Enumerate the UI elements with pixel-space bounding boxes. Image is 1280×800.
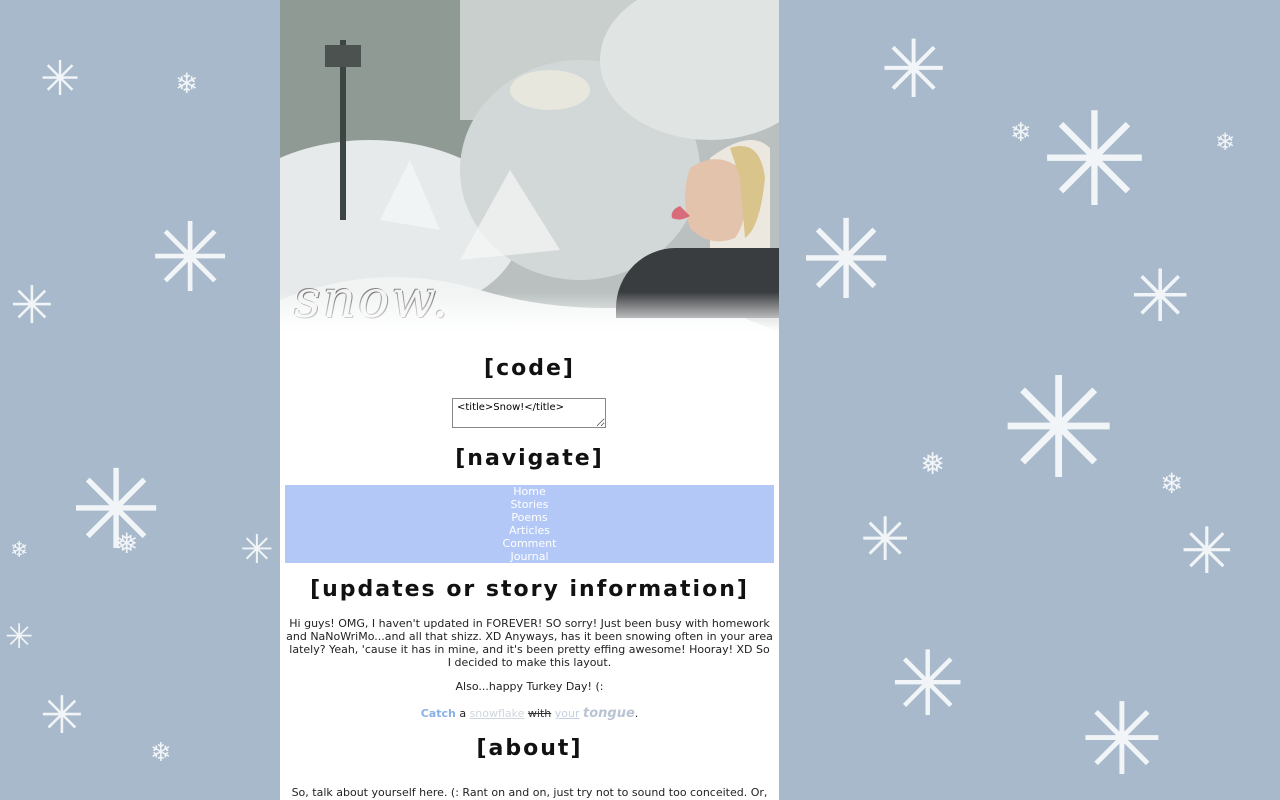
snowflake-icon: ❄ [175, 67, 199, 100]
code-heading: [code] [484, 356, 575, 381]
snowflake-icon: ❅ [920, 447, 946, 482]
nav-link-stories[interactable]: Stories [285, 498, 774, 511]
snowflake-icon: ✳ [150, 202, 231, 314]
about-heading: [about] [476, 736, 583, 761]
turkey-day-line: Also...happy Turkey Day! (: [455, 680, 604, 693]
nav-link-poems[interactable]: Poems [285, 511, 774, 524]
snowflake-icon: ✳ [890, 632, 966, 737]
code-textarea[interactable]: <title>Snow!</title> [452, 398, 606, 428]
nav-link-comment[interactable]: Comment [285, 537, 774, 550]
snowflake-icon: ✳ [860, 505, 911, 575]
snowflake-icon: ✳ [1180, 515, 1234, 589]
tongue-word: tongue [583, 706, 635, 721]
snowflake-icon: ❅ [115, 527, 139, 560]
snowflake-icon: ❄ [150, 738, 172, 768]
header-banner: snow. [280, 0, 779, 332]
snowflake-icon: ✳ [5, 617, 34, 657]
snowflake-icon: ❄ [10, 538, 29, 563]
navigate-heading: [navigate] [455, 446, 604, 471]
period: . [634, 707, 639, 720]
snowflake-icon: ✳ [800, 196, 893, 324]
update-paragraph: Hi guys! OMG, I haven't updated in FOREV… [286, 617, 773, 669]
snowflake-icon: ✳ [1040, 84, 1149, 236]
nav-link-articles[interactable]: Articles [285, 524, 774, 537]
snowflake-icon: ✳ [40, 686, 84, 746]
catch-word: Catch [420, 707, 456, 720]
with-word: with [527, 707, 552, 720]
updates-heading: [updates or story information] [310, 577, 749, 602]
snowflake-icon: ✳ [40, 51, 81, 107]
header-fade [280, 292, 779, 332]
snowflake-icon: ✳ [70, 446, 163, 574]
nav-link-journal[interactable]: Journal [285, 550, 774, 563]
snowflake-icon: ❄ [1215, 128, 1236, 156]
about-paragraph: So, talk about yourself here. (: Rant on… [291, 786, 768, 800]
a-word: a [455, 707, 470, 720]
snowflake-icon: ✳ [880, 23, 948, 116]
snowflake-icon: ✳ [1000, 348, 1118, 511]
nav-link-home[interactable]: Home [285, 485, 774, 498]
your-word: your [554, 707, 580, 720]
snowflake-icon: ❄ [1160, 467, 1184, 500]
snowflake-icon: ❄ [1010, 118, 1032, 148]
snowflake-icon: ✳ [1130, 254, 1191, 338]
snowflake-icon: ✳ [10, 276, 54, 336]
snowflake-icon: ✳ [240, 527, 274, 573]
content-column: snow. [code] <title>Snow!</title> [navig… [280, 0, 779, 800]
snowflake-icon: ✳ [1080, 681, 1164, 798]
navigation-menu: Home Stories Poems Articles Comment Jour… [285, 485, 774, 563]
catch-snowflake-line: Catch a snowflake with your tongue. [280, 706, 779, 722]
snowflake-word: snowflake [469, 707, 525, 720]
